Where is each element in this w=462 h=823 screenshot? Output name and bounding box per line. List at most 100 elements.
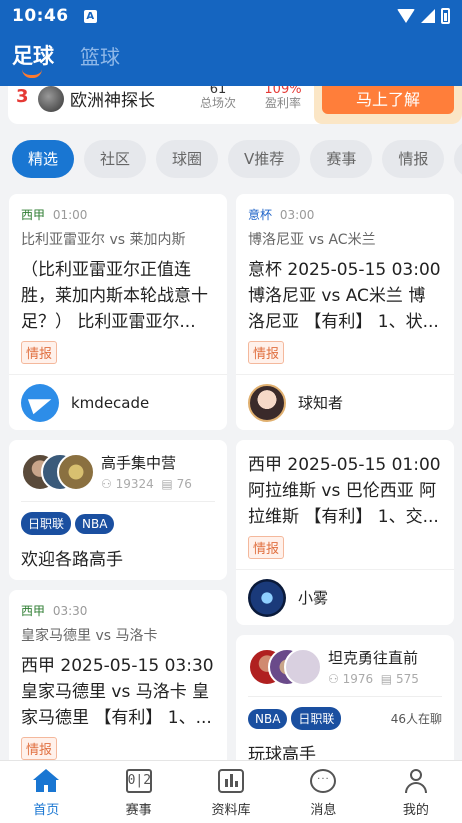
tab-basketball[interactable]: 篮球 [80, 41, 120, 80]
promo-button-frame: 马上了解 [314, 86, 462, 124]
post-author[interactable]: kmdecade [9, 374, 227, 430]
author-name: 球知者 [298, 394, 344, 412]
match-teams: 比利亚雷亚尔 vs 莱加内斯 [21, 232, 186, 248]
tab-football[interactable]: 足球 [12, 40, 54, 80]
nav-label: 消息 [310, 803, 337, 818]
intel-tag: 情报 [248, 536, 285, 559]
cartoon-avatar-icon [248, 383, 286, 422]
post-title: 西甲 2025-05-15 01:00 阿拉维斯 vs 巴伦西亚 阿拉维斯 【有… [248, 455, 441, 527]
promo-rank: 3 [16, 86, 29, 107]
wifi-icon [397, 9, 415, 23]
post-title: 意杯 2025-05-15 03:00 博洛尼亚 vs AC米兰 博洛尼亚 【有… [248, 260, 441, 332]
signal-icon [421, 9, 435, 23]
scoreboard-icon: 0|2 [125, 769, 152, 793]
league-badge: 日职联 [291, 707, 342, 730]
league-badge: 日职联 [21, 512, 72, 535]
author-name: kmdecade [71, 393, 150, 412]
sport-tabs: 足球 篮球 [0, 32, 462, 80]
group-title: 欢迎各路高手 [21, 550, 123, 570]
feed-column-right: 意杯 03:00 博洛尼亚 vs AC米兰 意杯 2025-05-15 03:0… [236, 194, 454, 775]
app-header: 10:46 A 足球 篮球 [0, 0, 462, 86]
category-chips: 精选 社区 球圈 V推荐 赛事 情报 战 [12, 140, 462, 178]
league-label: 西甲 [21, 208, 46, 222]
nav-home[interactable]: 首页 [0, 761, 92, 823]
post-meta: 西甲 03:30 [21, 602, 215, 619]
promo-stat-total-value: 61 [209, 86, 227, 97]
author-name: 小雾 [298, 589, 329, 607]
post-author[interactable]: 球知者 [236, 374, 454, 430]
chip-matches[interactable]: 赛事 [310, 140, 373, 178]
avatar [38, 86, 64, 112]
group-stats: ⚇ 19324 ▤ 76 [101, 477, 192, 491]
avatar [57, 452, 95, 491]
status-left: 10:46 A [12, 6, 97, 26]
bottom-nav: 首页 0|2 赛事 资料库 ··· 消息 我的 [0, 760, 462, 823]
chip-v-recommend[interactable]: V推荐 [228, 140, 301, 178]
group-header: 高手集中营 ⚇ 19324 ▤ 76 [21, 452, 215, 502]
league-badge: NBA [248, 708, 288, 729]
group-card[interactable]: 坦克勇往直前 ⚇ 1976 ▤ 575 NBA 日职联 46人在聊 玩球高手 [236, 635, 454, 775]
members-icon: ⚇ [328, 672, 339, 686]
post-count: 575 [395, 672, 419, 686]
intel-tag: 情报 [248, 341, 285, 364]
match-teams: 皇家马德里 vs 马洛卡 [21, 628, 158, 644]
post-card[interactable]: 西甲 01:00 比利亚雷亚尔 vs 莱加内斯 （比利亚雷亚尔正值连胜，莱加内斯… [9, 194, 227, 430]
promo-stat-total: 61 总场次 [188, 86, 248, 111]
post-title: （比利亚雷亚尔正值连胜，莱加内斯本轮战意十足？） 比利亚雷亚尔... [21, 260, 208, 332]
league-badge: NBA [75, 513, 115, 534]
nav-label: 赛事 [125, 803, 152, 818]
nav-messages[interactable]: ··· 消息 [277, 761, 369, 823]
status-bar: 10:46 A [0, 0, 462, 32]
post-meta: 西甲 01:00 [21, 206, 215, 223]
chip-featured[interactable]: 精选 [12, 140, 75, 178]
post-card[interactable]: 西甲 2025-05-15 01:00 阿拉维斯 vs 巴伦西亚 阿拉维斯 【有… [236, 440, 454, 625]
group-badges: NBA 日职联 46人在聊 [248, 707, 442, 730]
group-avatars [248, 647, 322, 686]
match-teams: 博洛尼亚 vs AC米兰 [248, 232, 376, 248]
group-badges: 日职联 NBA [21, 512, 215, 535]
promo-expert-name: 欧洲神探长 [70, 91, 155, 111]
intel-tag: 情报 [21, 341, 58, 364]
post-card[interactable]: 西甲 03:30 皇家马德里 vs 马洛卡 西甲 2025-05-15 03:3… [9, 590, 227, 770]
match-time: 03:30 [52, 604, 88, 618]
chip-more[interactable]: 战 [454, 140, 462, 178]
nav-label: 首页 [33, 803, 60, 818]
nav-label: 我的 [402, 803, 429, 818]
paper-plane-icon [21, 383, 59, 422]
post-author[interactable]: 小雾 [236, 569, 454, 625]
battery-icon [441, 8, 450, 24]
nav-label: 资料库 [211, 803, 251, 818]
nav-matches[interactable]: 0|2 赛事 [92, 761, 184, 823]
online-count: 46人在聊 [390, 712, 442, 726]
status-time: 10:46 [12, 6, 69, 26]
match-time: 03:00 [279, 208, 315, 222]
group-card[interactable]: 高手集中营 ⚇ 19324 ▤ 76 日职联 NBA 欢迎各路高手 [9, 440, 227, 580]
car-avatar-icon [248, 578, 286, 617]
feed-column-left: 西甲 01:00 比利亚雷亚尔 vs 莱加内斯 （比利亚雷亚尔正值连胜，莱加内斯… [9, 194, 227, 770]
post-title: 西甲 2025-05-15 03:30 皇家马德里 vs 马洛卡 皇家马德里 【… [21, 656, 214, 728]
learn-more-button[interactable]: 马上了解 [322, 86, 454, 114]
group-name: 坦克勇往直前 [328, 649, 419, 667]
post-card[interactable]: 意杯 03:00 博洛尼亚 vs AC米兰 意杯 2025-05-15 03:0… [236, 194, 454, 430]
post-count: 76 [176, 477, 192, 491]
group-avatars [21, 452, 95, 491]
profile-icon [403, 769, 429, 793]
nav-database[interactable]: 资料库 [185, 761, 277, 823]
chart-icon [218, 769, 245, 793]
league-label: 西甲 [21, 604, 46, 618]
chip-intel[interactable]: 情报 [382, 140, 445, 178]
league-label: 意杯 [248, 208, 273, 222]
group-stats: ⚇ 1976 ▤ 575 [328, 672, 419, 686]
promo-card[interactable]: 3 欧洲神探长 61 总场次 109% 盈利率 马上了解 [8, 86, 462, 124]
posts-icon: ▤ [380, 672, 393, 686]
chip-community[interactable]: 社区 [84, 140, 147, 178]
match-time: 01:00 [52, 208, 88, 222]
chip-circles[interactable]: 球圈 [156, 140, 219, 178]
promo-stat-total-label: 总场次 [199, 96, 236, 110]
group-header: 坦克勇往直前 ⚇ 1976 ▤ 575 [248, 647, 442, 697]
nav-profile[interactable]: 我的 [370, 761, 462, 823]
posts-icon: ▤ [161, 477, 173, 491]
intel-tag: 情报 [21, 737, 58, 760]
promo-stat-rate: 109% 盈利率 [253, 86, 313, 111]
notification-icon: A [83, 10, 97, 23]
